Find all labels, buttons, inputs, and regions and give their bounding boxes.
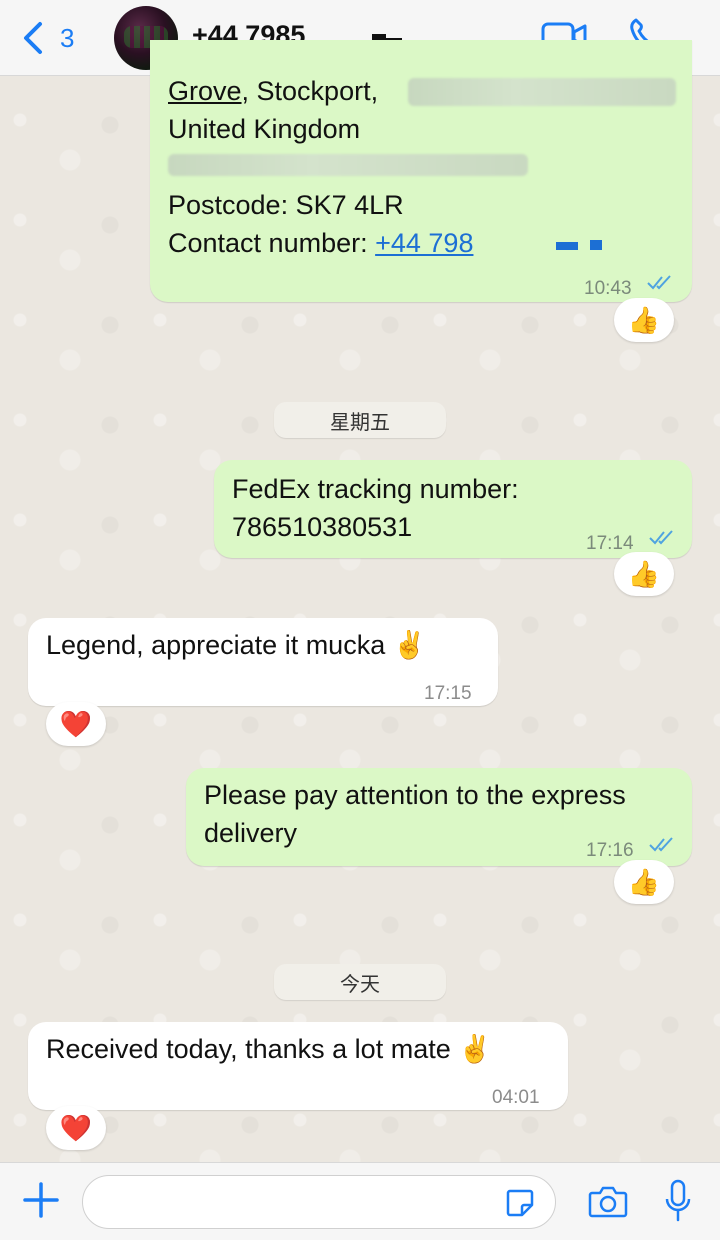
blurred-text	[168, 154, 528, 176]
microphone-icon[interactable]	[664, 1179, 692, 1223]
plus-icon[interactable]	[22, 1181, 60, 1219]
redaction-mark	[556, 242, 578, 250]
read-receipt-icon	[649, 837, 673, 852]
phone-link[interactable]: +44 798	[375, 228, 473, 258]
back-button[interactable]: 3	[20, 20, 74, 56]
address-link[interactable]: Grove	[168, 76, 242, 106]
message-text: FedEx tracking number:	[232, 474, 519, 504]
composer-bar	[0, 1162, 720, 1240]
camera-icon[interactable]	[588, 1183, 628, 1219]
chevron-left-icon	[24, 22, 42, 54]
message-bubble-incoming[interactable]: Received today, thanks a lot mate ✌️ 04:…	[28, 1022, 568, 1110]
message-bubble-incoming[interactable]: Legend, appreciate it mucka ✌️ 17:15	[28, 618, 498, 706]
date-separator: 今天	[274, 964, 446, 1000]
message-text: Contact number:	[168, 228, 376, 258]
message-text: delivery	[204, 818, 298, 848]
sticker-icon[interactable]	[504, 1187, 536, 1219]
message-text: , Stockport,	[241, 76, 379, 106]
blurred-text	[408, 78, 676, 106]
message-bubble-outgoing[interactable]: FedEx tracking number: 786510380531 17:1…	[214, 460, 692, 558]
redaction-mark	[590, 240, 602, 250]
message-bubble-outgoing[interactable]: Grove, Stockport, United Kingdom Postcod…	[150, 40, 692, 302]
date-separator: 星期五	[274, 402, 446, 438]
message-time: 17:15	[424, 683, 472, 704]
reaction-badge[interactable]: ❤️	[46, 702, 106, 746]
reaction-badge[interactable]: 👍	[614, 860, 674, 904]
unread-count: 3	[60, 22, 75, 53]
message-input[interactable]	[82, 1175, 556, 1229]
read-receipt-icon	[649, 530, 673, 545]
message-text: Postcode: SK7 4LR	[168, 190, 404, 220]
message-time: 04:01	[492, 1087, 540, 1108]
message-text: Please pay attention to the express	[204, 780, 626, 810]
message-text: 786510380531	[232, 512, 413, 542]
message-text: Received today, thanks a lot mate ✌️	[46, 1034, 492, 1064]
message-text: Legend, appreciate it mucka ✌️	[46, 630, 427, 660]
message-bubble-outgoing[interactable]: Please pay attention to the express deli…	[186, 768, 692, 866]
reaction-badge[interactable]: 👍	[614, 552, 674, 596]
reaction-badge[interactable]: ❤️	[46, 1106, 106, 1150]
message-text: United Kingdom	[168, 114, 361, 144]
reaction-badge[interactable]: 👍	[614, 298, 674, 342]
read-receipt-icon	[647, 275, 671, 290]
